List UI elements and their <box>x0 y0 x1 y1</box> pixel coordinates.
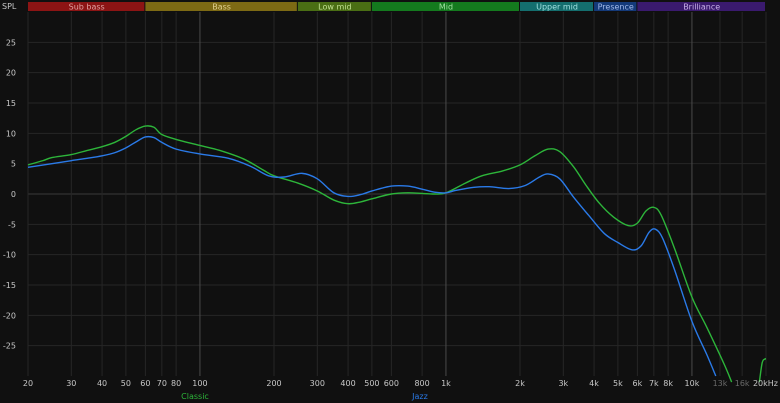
x-tick-4k: 4k <box>589 379 599 388</box>
chart-background <box>0 0 780 403</box>
frequency-response-chart: SPL Sub bass Bass Low mid Mid Upper mid Prese… <box>0 0 780 403</box>
y-axis-label: SPL <box>2 2 17 11</box>
x-tick-400: 400 <box>340 379 355 388</box>
x-tick-8k: 8k <box>663 379 673 388</box>
x-tick-60: 60 <box>140 379 150 388</box>
y-tick-10: -25 <box>3 342 16 351</box>
x-tick-1k: 1k <box>441 379 451 388</box>
x-tick-800: 800 <box>414 379 429 388</box>
band-label-0: Sub bass <box>69 3 105 12</box>
y-tick-5: 0 <box>11 190 16 199</box>
x-tick-300: 300 <box>310 379 325 388</box>
x-tick-200: 200 <box>266 379 281 388</box>
x-tick-30: 30 <box>66 379 76 388</box>
band-label-3: Mid <box>439 3 453 12</box>
y-tick-0: 25 <box>6 38 16 47</box>
x-tick-3k: 3k <box>558 379 568 388</box>
band-label-2: Low mid <box>318 3 351 12</box>
y-tick-8: -15 <box>3 281 16 290</box>
x-tick-20kHz: 20kHz <box>753 379 778 388</box>
x-tick-7k: 7k <box>649 379 659 388</box>
x-tick-500: 500 <box>364 379 379 388</box>
x-tick-70: 70 <box>157 379 167 388</box>
y-tick-3: 10 <box>6 129 16 138</box>
x-tick-80: 80 <box>171 379 181 388</box>
x-tick-50: 50 <box>121 379 131 388</box>
band-label-4: Upper mid <box>536 3 578 12</box>
legend-jazz: Jazz <box>411 392 428 401</box>
x-tick-20: 20 <box>23 379 33 388</box>
band-label-6: Brilliance <box>683 3 720 12</box>
band-label-5: Presence <box>598 3 634 12</box>
y-tick-9: -20 <box>3 311 16 320</box>
x-tick-13k: 13k <box>713 379 728 388</box>
legend-classic: Classic <box>181 392 209 401</box>
x-tick-2k: 2k <box>515 379 525 388</box>
y-tick-6: -5 <box>8 220 16 229</box>
frequency-band-bar: Sub bass Bass Low mid Mid Upper mid Presence B… <box>28 2 765 12</box>
x-tick-10k: 10k <box>685 379 700 388</box>
x-tick-40: 40 <box>97 379 107 388</box>
x-tick-16k: 16k <box>735 379 750 388</box>
x-tick-5k: 5k <box>613 379 623 388</box>
x-tick-600: 600 <box>384 379 399 388</box>
y-tick-4: 5 <box>11 160 16 169</box>
y-tick-2: 15 <box>6 99 16 108</box>
x-tick-6k: 6k <box>633 379 643 388</box>
y-tick-1: 20 <box>6 69 16 78</box>
x-tick-100: 100 <box>192 379 207 388</box>
band-label-1: Bass <box>212 3 231 12</box>
y-tick-7: -10 <box>3 251 16 260</box>
